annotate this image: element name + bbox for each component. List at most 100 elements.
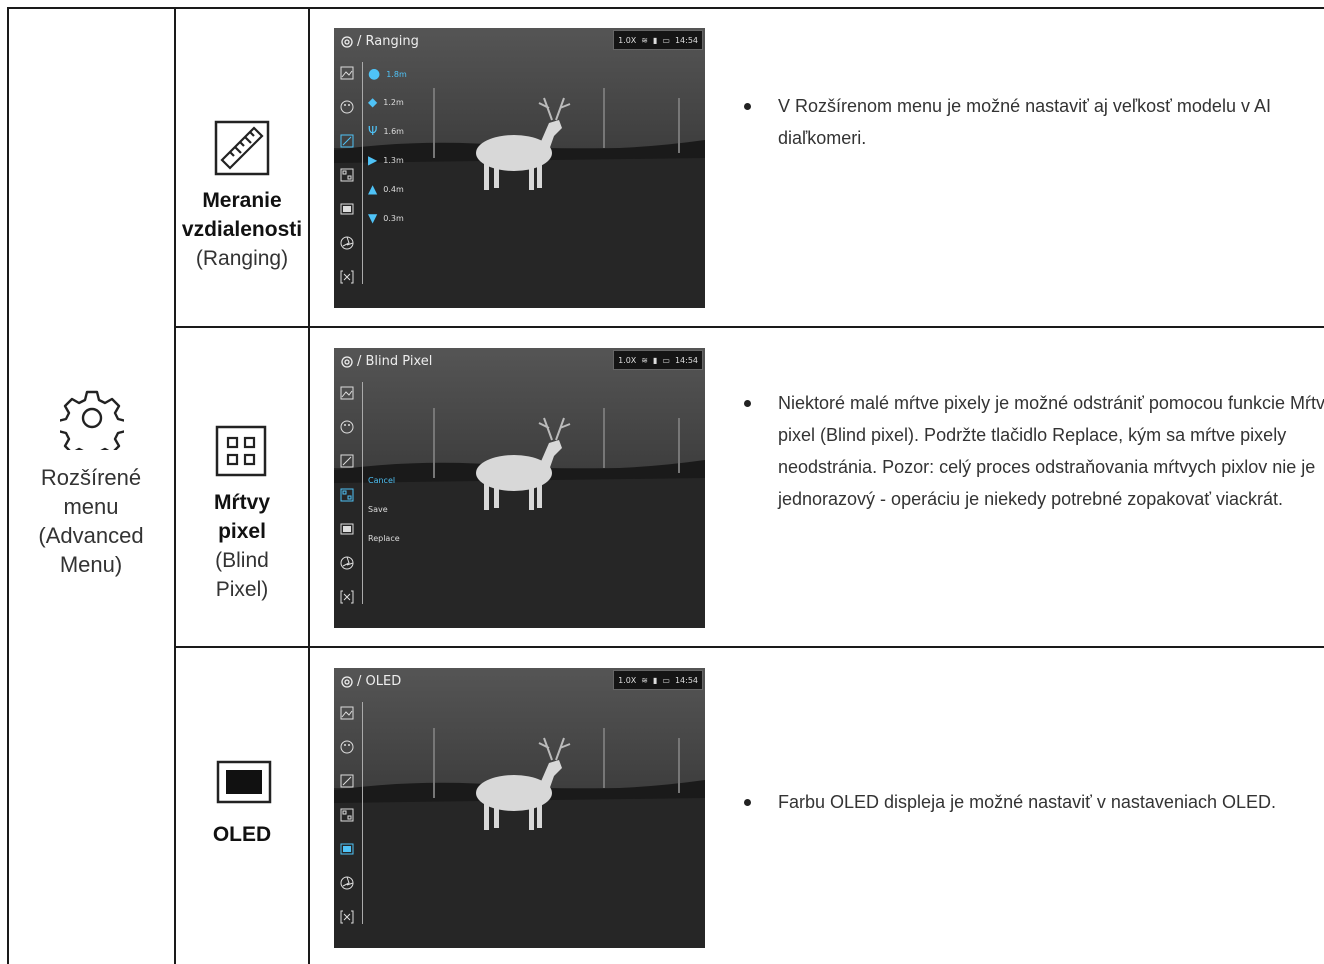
- aperture-icon[interactable]: [340, 556, 354, 570]
- gear-icon: [341, 675, 353, 688]
- wifi-icon: ≋: [641, 35, 648, 45]
- row-divider-2: [176, 646, 1324, 648]
- ruler-icon[interactable]: [340, 774, 354, 788]
- mic-icon: ▮: [652, 355, 658, 365]
- category-label-line: Rozšírené: [40, 465, 142, 490]
- zoom-level: 1.0X: [618, 35, 637, 45]
- screen-header-title: / Ranging: [357, 34, 419, 49]
- oled-icon[interactable]: [340, 202, 354, 216]
- image-icon[interactable]: [340, 386, 354, 400]
- screen-header-title: / OLED: [357, 674, 402, 689]
- bird-icon: ▼: [368, 211, 378, 225]
- gear-icon: [341, 355, 353, 368]
- battery-icon: ▭: [662, 675, 670, 685]
- boar-icon: ◆: [368, 95, 378, 109]
- feature-title-sub: Pixel): [215, 578, 269, 601]
- blind-pixel-icon[interactable]: [340, 488, 354, 502]
- feature-title-sub: (Ranging): [195, 247, 289, 270]
- menu-item-label: Replace: [368, 534, 400, 543]
- ruler-icon[interactable]: [340, 134, 354, 148]
- thermal-scene-image: [334, 668, 705, 948]
- zoom-level: 1.0X: [618, 355, 637, 365]
- category-label-line: (Advanced: [38, 523, 144, 548]
- palette-icon[interactable]: [340, 740, 354, 754]
- menu-item-save[interactable]: Save: [368, 505, 388, 514]
- oled-icon[interactable]: [340, 522, 354, 536]
- menu-divider: [362, 702, 363, 924]
- zoom-level: 1.0X: [618, 675, 637, 685]
- device-screen-ranging: / Ranging 1.0X ≋ ▮ ▭ 14:54 ● 1.8m ◆ 1.2m…: [334, 28, 705, 308]
- row-divider-1: [176, 326, 1324, 328]
- menu-item-deer[interactable]: Ψ 1.6m: [368, 124, 404, 138]
- menu-item-label: 0.4m: [383, 184, 404, 194]
- feature-title-bold: pixel: [218, 520, 266, 543]
- aperture-icon[interactable]: [340, 876, 354, 890]
- feature-title-bold: Mŕtvy: [213, 491, 271, 514]
- battery-icon: ▭: [662, 35, 670, 45]
- palette-icon[interactable]: [340, 100, 354, 114]
- menu-item-label: 1.6m: [383, 126, 404, 136]
- exit-icon[interactable]: [340, 910, 354, 924]
- aperture-icon[interactable]: [340, 236, 354, 250]
- oled-icon[interactable]: [340, 842, 354, 856]
- fox-icon: ▶: [368, 153, 378, 167]
- menu-item-label: 1.8m: [386, 69, 407, 79]
- image-icon[interactable]: [340, 66, 354, 80]
- side-menu[interactable]: [340, 706, 360, 944]
- feature-title-oled: OLED: [176, 820, 308, 849]
- screen-header: / OLED: [340, 674, 401, 689]
- gear-icon: [341, 35, 353, 48]
- screen-header: / Ranging: [340, 34, 419, 49]
- device-screen-oled: / OLED 1.0X ≋ ▮ ▭ 14:54: [334, 668, 705, 948]
- status-bar: 1.0X ≋ ▮ ▭ 14:54: [613, 350, 703, 370]
- exit-icon[interactable]: [340, 590, 354, 604]
- status-bar: 1.0X ≋ ▮ ▭ 14:54: [613, 670, 703, 690]
- menu-item-rabbit[interactable]: ▲ 0.4m: [368, 182, 404, 196]
- table-border-top: [8, 7, 1324, 9]
- device-screen-blind-pixel: / Blind Pixel 1.0X ≋ ▮ ▭ 14:54 Cancel Sa…: [334, 348, 705, 628]
- palette-icon[interactable]: [340, 420, 354, 434]
- feature-title-bold: Meranie: [202, 189, 282, 212]
- blind-pixel-icon[interactable]: [340, 168, 354, 182]
- rabbit-icon: ▲: [368, 182, 378, 196]
- category-label-line: Menu): [59, 552, 123, 577]
- menu-item-boar[interactable]: ◆ 1.2m: [368, 95, 404, 109]
- blind-pixel-icon[interactable]: [340, 808, 354, 822]
- mic-icon: ▮: [652, 675, 658, 685]
- menu-divider: [362, 382, 363, 604]
- menu-item-cancel[interactable]: Cancel: [368, 476, 395, 485]
- description-oled: Farbu OLED displeja je možné nastaviť v …: [740, 786, 1324, 818]
- menu-item-label: Save: [368, 505, 388, 514]
- menu-item-human[interactable]: ● 1.8m: [368, 66, 407, 82]
- clock: 14:54: [674, 35, 698, 45]
- ruler-icon: [214, 120, 270, 176]
- menu-divider: [362, 62, 363, 284]
- screen-header-title: / Blind Pixel: [357, 354, 433, 369]
- description-ranging: V Rozšírenom menu je možné nastaviť aj v…: [740, 90, 1324, 154]
- category-label: Rozšírené menu (Advanced Menu): [8, 463, 174, 579]
- menu-item-label: 1.3m: [383, 155, 404, 165]
- description-blind-pixel: Niektoré malé mŕtve pixely je možné odst…: [740, 387, 1324, 515]
- side-menu[interactable]: [340, 66, 360, 304]
- thermal-scene-image: [334, 348, 705, 628]
- image-icon[interactable]: [340, 706, 354, 720]
- exit-icon[interactable]: [340, 270, 354, 284]
- menu-item-replace[interactable]: Replace: [368, 534, 400, 543]
- oled-icon: [216, 760, 272, 804]
- feature-title-bold: vzdialenosti: [181, 218, 303, 241]
- wifi-icon: ≋: [641, 675, 648, 685]
- ruler-icon[interactable]: [340, 454, 354, 468]
- feature-title-ranging: Meranie vzdialenosti (Ranging): [176, 186, 308, 273]
- clock: 14:54: [674, 355, 698, 365]
- deer-icon: Ψ: [368, 124, 378, 138]
- column-divider-2: [308, 7, 310, 964]
- menu-item-label: 0.3m: [383, 213, 404, 223]
- clock: 14:54: [674, 675, 698, 685]
- feature-title-blind-pixel: Mŕtvy pixel (Blind Pixel): [176, 488, 308, 604]
- side-menu[interactable]: [340, 386, 360, 624]
- screen-header: / Blind Pixel: [340, 354, 432, 369]
- menu-item-fox[interactable]: ▶ 1.3m: [368, 153, 404, 167]
- status-bar: 1.0X ≋ ▮ ▭ 14:54: [613, 30, 703, 50]
- menu-item-bird[interactable]: ▼ 0.3m: [368, 211, 404, 225]
- blind-pixel-icon: [215, 425, 267, 477]
